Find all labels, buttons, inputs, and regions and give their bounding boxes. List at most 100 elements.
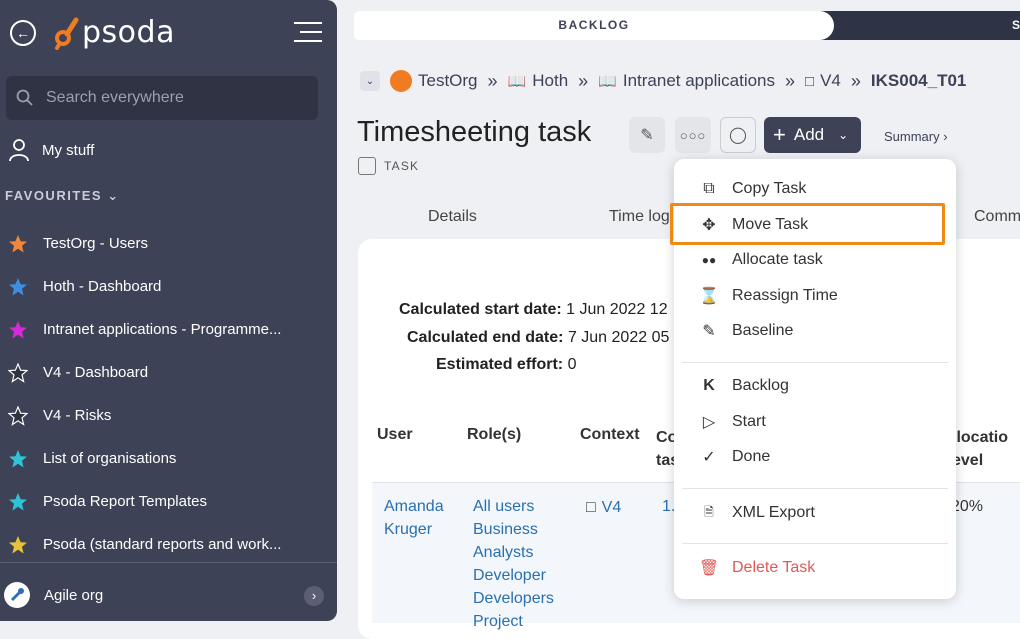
edit-button[interactable]: ✎ (629, 117, 665, 153)
reassign-time-icon: ⌛ (699, 288, 719, 305)
breadcrumb-item[interactable]: Hoth (532, 71, 568, 91)
breadcrumb-item[interactable]: Intranet applications (623, 71, 775, 91)
plus-icon: + (773, 122, 786, 147)
end-date-row: Calculated end date: 7 Jun 2022 05 (407, 329, 669, 347)
favourite-item[interactable]: V4 - Dashboard (8, 351, 328, 394)
search-placeholder: Search everywhere (46, 89, 184, 106)
breadcrumb-current: IKS004_T01 (870, 71, 967, 90)
breadcrumb-separator: » (487, 70, 498, 91)
sidebar: ← psoda Search everywhere My stuff FAVOU… (0, 0, 337, 621)
user-link[interactable]: Amanda Kruger (384, 495, 444, 541)
favourite-item[interactable]: V4 - Risks (8, 394, 328, 437)
menu-item-label: Baseline (732, 322, 794, 339)
roles-list[interactable]: All users Business Analysts Developer De… (473, 495, 554, 633)
project-icon: □ (805, 72, 815, 90)
star-icon (9, 320, 27, 338)
menu-item-label: Reassign Time (732, 287, 838, 304)
favourite-label: Hoth - Dashboard (43, 278, 162, 295)
favourites-heading-label: FAVOURITES (5, 188, 103, 203)
pencil-icon: ✎ (640, 127, 654, 144)
favourite-item[interactable]: TestOrg - Users (8, 222, 328, 265)
end-date-label: Calculated end date: (407, 329, 564, 346)
org-avatar-icon (390, 70, 412, 92)
column-header-allocation[interactable]: llocatio evel (952, 426, 1008, 472)
menu-item-start[interactable]: ▷ Start (698, 410, 766, 434)
favourite-label: Psoda (standard reports and work... (43, 536, 282, 553)
start-date-row: Calculated start date: 1 Jun 2022 12 (399, 301, 668, 319)
menu-item-label: XML Export (732, 504, 815, 521)
star-icon (8, 362, 28, 383)
tab-details[interactable]: Details (428, 208, 477, 226)
org-switcher[interactable]: Agile org (4, 582, 103, 608)
breadcrumb-dropdown-chevron-icon[interactable]: ⌄ (360, 71, 380, 91)
favourites-list: TestOrg - Users Hoth - Dashboard Intrane… (8, 222, 328, 566)
favourite-item[interactable]: Psoda Report Templates (8, 480, 328, 523)
backlog-icon: K (703, 377, 715, 394)
breadcrumb-separator: » (785, 70, 796, 91)
more-options-button[interactable]: ○○○ (675, 117, 711, 153)
entity-type-text: TASK (384, 159, 420, 173)
chevron-right-icon[interactable]: › (304, 586, 324, 606)
collapse-menu-icon[interactable] (288, 22, 322, 44)
menu-item-backlog[interactable]: K Backlog (698, 374, 789, 398)
menu-item-reassign-time[interactable]: ⌛ Reassign Time (698, 284, 838, 308)
column-header-roles[interactable]: Role(s) (467, 426, 521, 444)
favourite-label: V4 - Risks (43, 407, 112, 424)
book-icon: 📖 (507, 73, 527, 90)
my-stuff-link[interactable]: My stuff (8, 138, 94, 162)
top-tab-next[interactable]: S (818, 11, 1020, 40)
my-stuff-label: My stuff (42, 141, 95, 159)
column-header-user[interactable]: User (377, 426, 413, 444)
menu-item-label: Start (732, 413, 766, 430)
menu-divider (682, 543, 948, 544)
favourite-item[interactable]: Intranet applications - Programme... (8, 308, 328, 351)
effort-value: 0 (567, 356, 577, 373)
menu-item-baseline[interactable]: ✎ Baseline (698, 319, 793, 343)
menu-item-copy-task[interactable]: ⧉ Copy Task (698, 177, 806, 201)
menu-item-label: Done (732, 448, 771, 465)
favourite-label: Psoda Report Templates (43, 493, 207, 510)
menu-item-label: Delete Task (732, 559, 816, 576)
favourite-label: Intranet applications - Programme... (43, 321, 282, 338)
tab-time-log[interactable]: Time log (609, 208, 670, 226)
breadcrumb-item[interactable]: V4 (820, 71, 841, 91)
tag-button[interactable]: ◯ (720, 117, 756, 153)
back-arrow-icon[interactable]: ← (10, 20, 36, 46)
summary-link[interactable]: Summary › (884, 129, 948, 144)
favourite-item[interactable]: List of organisations (8, 437, 328, 480)
copy-icon: ⧉ (703, 180, 715, 197)
favourites-heading[interactable]: FAVOURITES ⌄ (5, 188, 120, 204)
top-tab-next-label: S (1012, 18, 1020, 32)
start-date-value: 1 Jun 2022 12 (566, 301, 668, 318)
psoda-logo[interactable]: psoda (54, 14, 175, 50)
menu-item-done[interactable]: ✓ Done (698, 445, 770, 469)
menu-divider (682, 488, 948, 489)
add-button[interactable]: + Add ⌄ (764, 117, 861, 153)
trash-icon: 🗑 (698, 560, 720, 577)
people-icon: ●● (701, 253, 717, 267)
star-icon (9, 234, 27, 252)
column-header-context[interactable]: Context (580, 426, 640, 444)
menu-item-xml-export[interactable]: 🗎 XML Export (698, 501, 815, 525)
top-tab-backlog[interactable]: BACKLOG (354, 11, 834, 40)
start-date-label: Calculated start date: (399, 301, 562, 318)
search-input[interactable]: Search everywhere (6, 76, 318, 120)
search-icon (16, 89, 33, 106)
menu-item-label: Allocate task (732, 251, 823, 268)
tab-comments[interactable]: Comm (974, 208, 1020, 226)
xml-icon: 🗎 (704, 504, 714, 519)
star-icon (9, 535, 27, 553)
rocket-icon (4, 582, 30, 608)
favourite-item[interactable]: Hoth - Dashboard (8, 265, 328, 308)
breadcrumb-separator: » (850, 70, 861, 91)
done-icon: ✓ (702, 449, 716, 466)
context-link[interactable]: □ V4 (586, 496, 621, 519)
menu-item-delete-task[interactable]: 🗑 Delete Task (698, 556, 815, 580)
menu-item-label: Backlog (732, 377, 789, 394)
chevron-down-icon: ⌄ (838, 128, 849, 142)
favourite-label: V4 - Dashboard (43, 364, 149, 381)
menu-item-allocate-task[interactable]: ●● Allocate task (698, 248, 823, 272)
ellipsis-icon: ○○○ (679, 127, 707, 143)
favourite-item[interactable]: Psoda (standard reports and work... (8, 523, 328, 566)
breadcrumb-item[interactable]: TestOrg (418, 71, 478, 91)
